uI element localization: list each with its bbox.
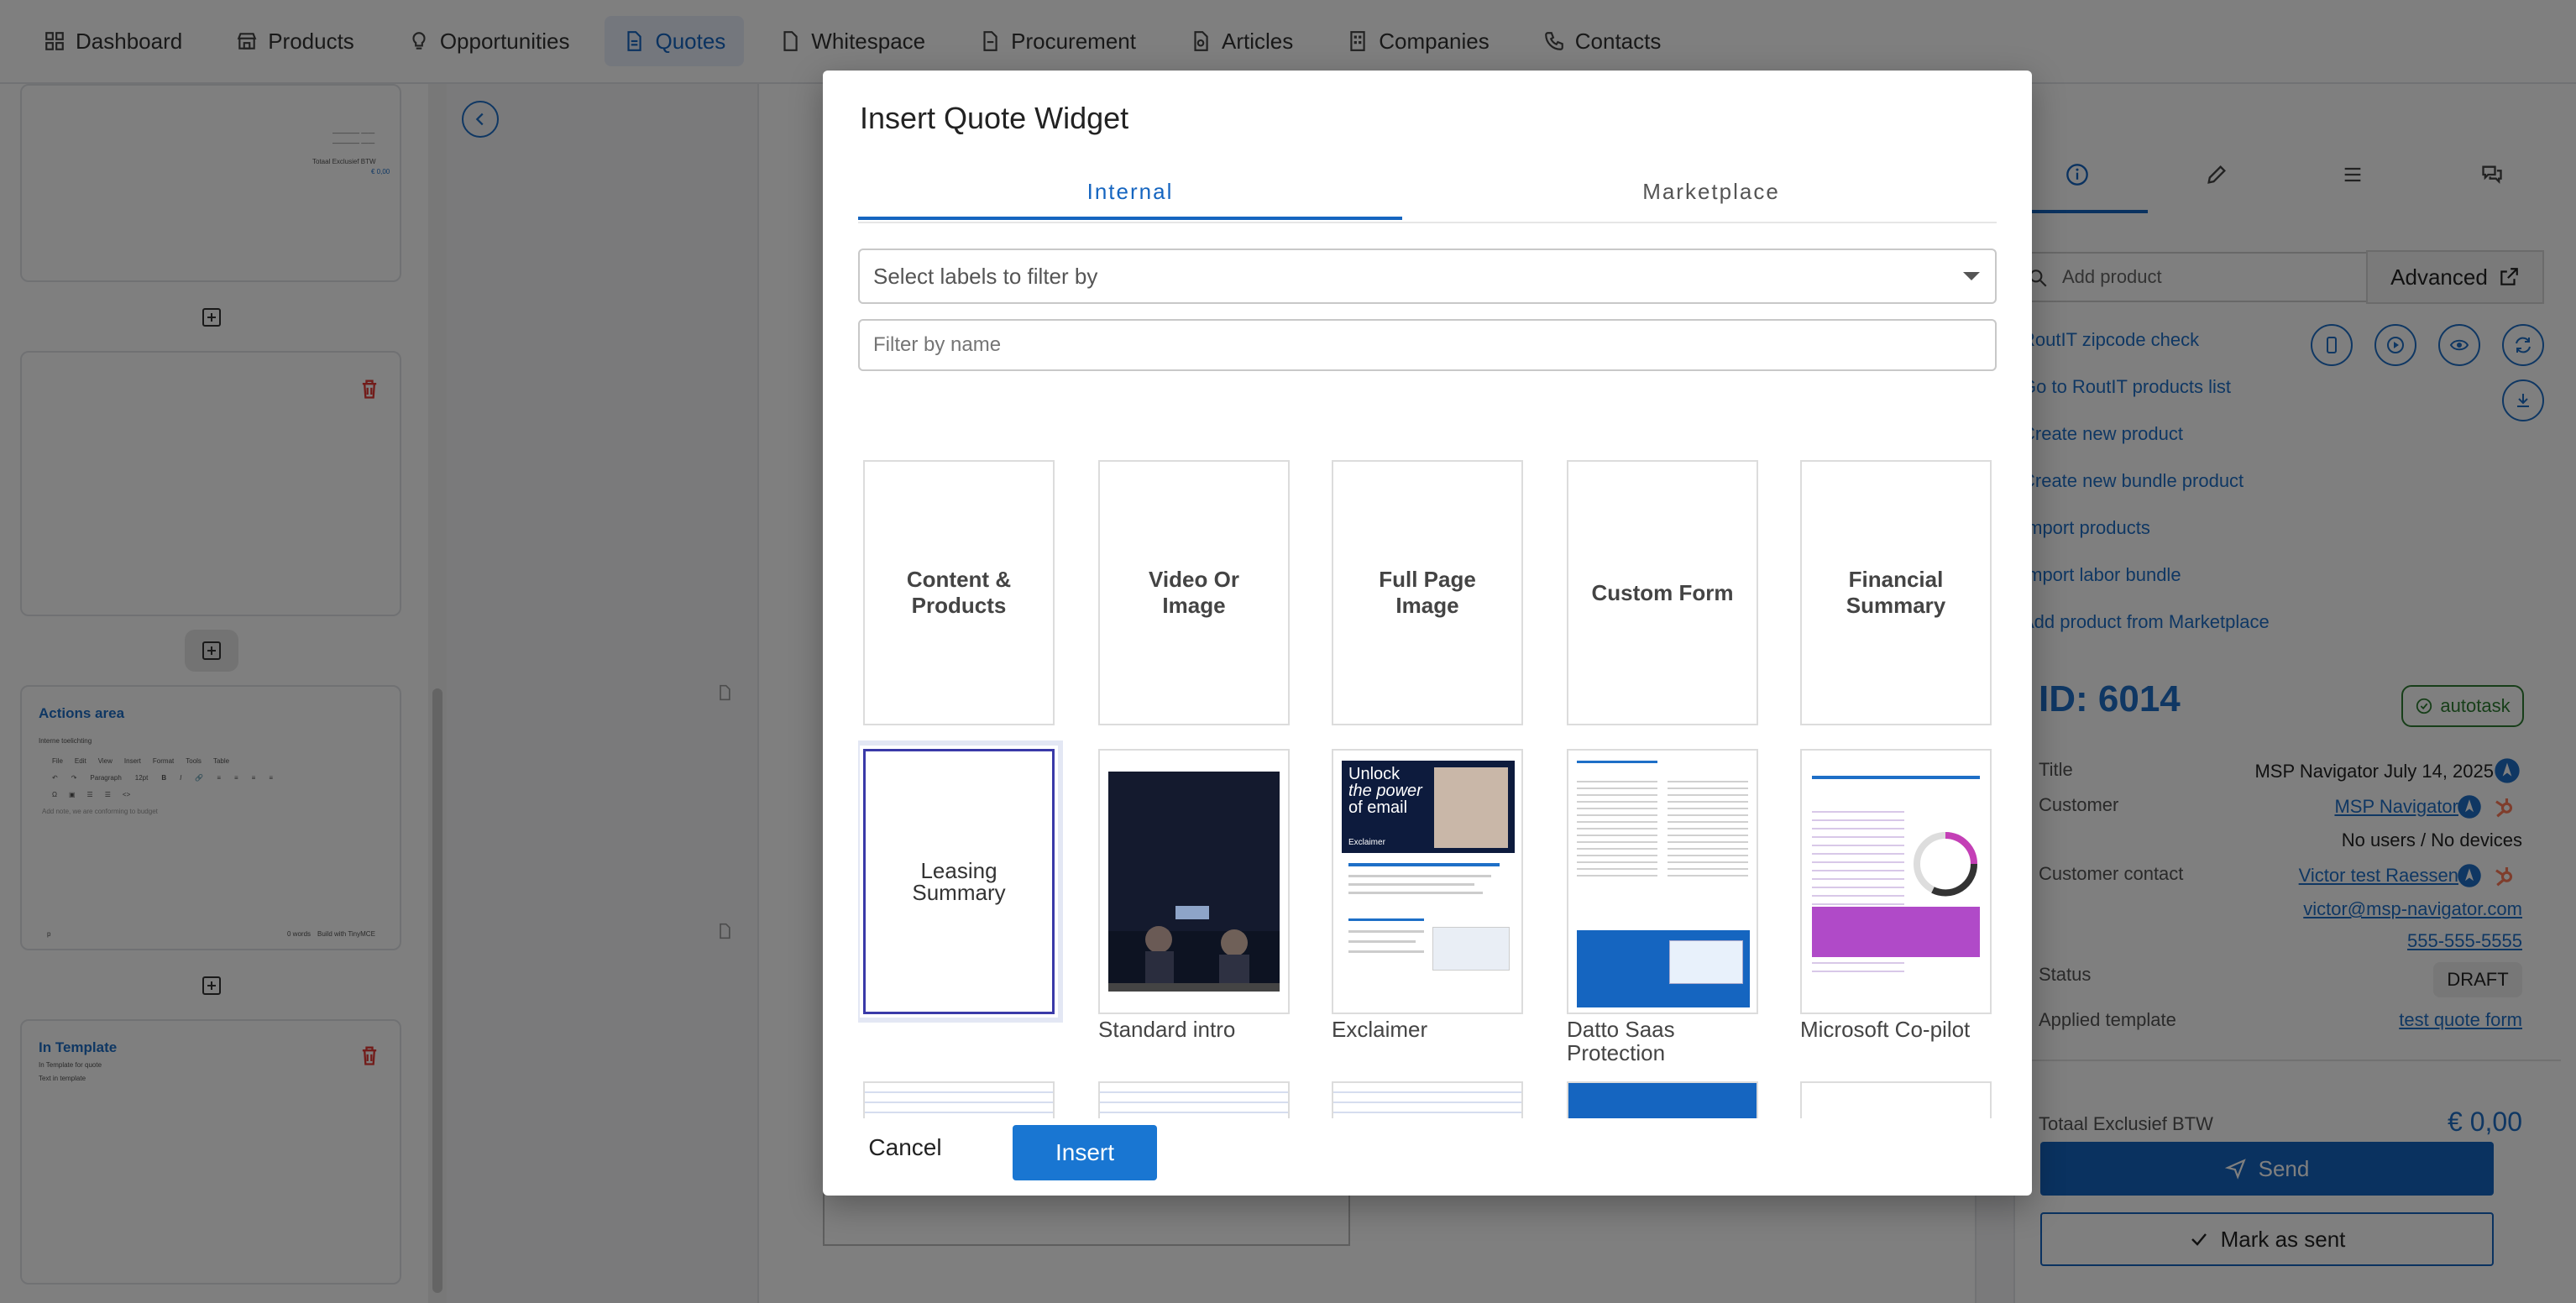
widget-microsoft-copilot[interactable]: Microsoft Co-pilot <box>1800 749 1992 1041</box>
widget-tile: Full Page Image <box>1332 460 1523 725</box>
widget-datto-saas[interactable]: Datto Saas Protection <box>1567 749 1758 1065</box>
exclaimer-card <box>1432 927 1510 971</box>
widget-thumbnail[interactable] <box>863 1081 1055 1118</box>
widget-tile <box>1567 749 1758 1014</box>
tab-label: Internal <box>1086 178 1174 204</box>
widget-thumbnail[interactable] <box>1332 1081 1523 1118</box>
widget-thumbnail[interactable] <box>1098 1081 1290 1118</box>
tab-label: Marketplace <box>1642 178 1780 204</box>
tab-underline <box>858 217 1402 220</box>
text-column <box>1668 776 1748 877</box>
widget-tile-label: Full Page Image <box>1379 567 1476 618</box>
widget-caption: Exclaimer <box>1332 1017 1428 1042</box>
widget-tile <box>1800 1081 1992 1118</box>
widget-tile: Video Or Image <box>1098 460 1290 725</box>
widget-grid: Content & Products Video Or Image Full P… <box>858 386 1997 1118</box>
text-line <box>1348 863 1500 866</box>
select-placeholder: Select labels to filter by <box>873 263 1098 289</box>
text-line <box>1348 918 1424 921</box>
widget-tile-label: Content & Products <box>906 567 1012 618</box>
thumbnail-header <box>1568 1083 1757 1118</box>
widget-tile <box>863 1081 1055 1118</box>
widget-tile-label: Video Or Image <box>1149 567 1239 618</box>
cancel-button[interactable]: Cancel <box>863 1120 947 1175</box>
widget-custom-form[interactable]: Custom Form <box>1567 460 1758 725</box>
widget-tile <box>1098 749 1290 1014</box>
text-line <box>1348 875 1491 877</box>
widget-source-tabs: Internal Marketplace <box>858 161 1997 223</box>
widget-tile: Custom Form <box>1567 460 1758 725</box>
headline-line: Unlock <box>1348 765 1401 783</box>
headline-line: of email <box>1348 798 1408 817</box>
widget-caption: Standard intro <box>1098 1017 1236 1042</box>
cancel-label: Cancel <box>868 1134 942 1160</box>
widget-tile-label: Custom Form <box>1591 579 1734 605</box>
widget-tile: Unlock the power of email Exclaimer <box>1332 749 1523 1014</box>
widget-leasing-summary[interactable]: Leasing Summary <box>858 740 1063 1023</box>
copilot-banner <box>1812 907 1980 957</box>
text-line <box>1348 892 1483 894</box>
text-line <box>1348 883 1474 886</box>
exclaimer-photo <box>1434 767 1508 848</box>
text-line <box>1348 950 1424 953</box>
label-filter-select[interactable]: Select labels to filter by <box>858 249 1997 304</box>
text-line <box>1812 776 1980 779</box>
widget-tile-selected: Leasing Summary <box>858 740 1063 1023</box>
caret-down-icon <box>1963 272 1980 280</box>
tab-marketplace[interactable]: Marketplace <box>1439 161 1983 222</box>
widget-video-or-image[interactable]: Video Or Image <box>1098 460 1290 725</box>
widget-content-products[interactable]: Content & Products <box>863 460 1055 725</box>
widget-financial-summary[interactable]: Financial Summary <box>1800 460 1992 725</box>
name-filter-input[interactable] <box>858 319 1997 371</box>
insert-button[interactable]: Insert <box>1013 1125 1157 1180</box>
widget-caption: Microsoft Co-pilot <box>1800 1017 1971 1042</box>
exclaimer-headline: Unlock the power of email <box>1348 766 1422 816</box>
insert-quote-widget-dialog: Insert Quote Widget Internal Marketplace… <box>823 71 2032 1196</box>
widget-standard-intro[interactable]: Standard intro <box>1098 749 1290 1041</box>
widget-full-page-image[interactable]: Full Page Image <box>1332 460 1523 725</box>
widget-tile-label: Financial Summary <box>1846 567 1946 618</box>
widget-tile <box>1800 749 1992 1014</box>
text-column <box>1577 776 1657 877</box>
standard-intro-preview <box>1108 772 1280 992</box>
exclaimer-brand: Exclaimer <box>1348 838 1385 847</box>
dialog-title: Insert Quote Widget <box>860 101 1129 135</box>
widget-thumbnail[interactable] <box>1800 1081 1992 1118</box>
widget-tile <box>1567 1081 1758 1118</box>
widget-tile-label: Leasing Summary <box>912 858 1006 905</box>
widget-caption: Datto Saas Protection <box>1567 1017 1675 1065</box>
widget-exclaimer[interactable]: Unlock the power of email Exclaimer Excl… <box>1332 749 1523 1041</box>
datto-screen <box>1669 940 1743 984</box>
tab-internal[interactable]: Internal <box>858 161 1402 222</box>
text-line <box>1577 761 1657 763</box>
widget-tile: Content & Products <box>863 460 1055 725</box>
copilot-donut <box>1914 832 1978 897</box>
headline-line: the power <box>1348 782 1422 800</box>
text-line <box>1348 930 1424 933</box>
widget-thumbnail[interactable] <box>1567 1081 1758 1118</box>
insert-label: Insert <box>1055 1139 1115 1165</box>
text-line <box>1348 940 1416 943</box>
widget-tile <box>1332 1081 1523 1118</box>
widget-tile <box>1098 1081 1290 1118</box>
widget-tile: Financial Summary <box>1800 460 1992 725</box>
